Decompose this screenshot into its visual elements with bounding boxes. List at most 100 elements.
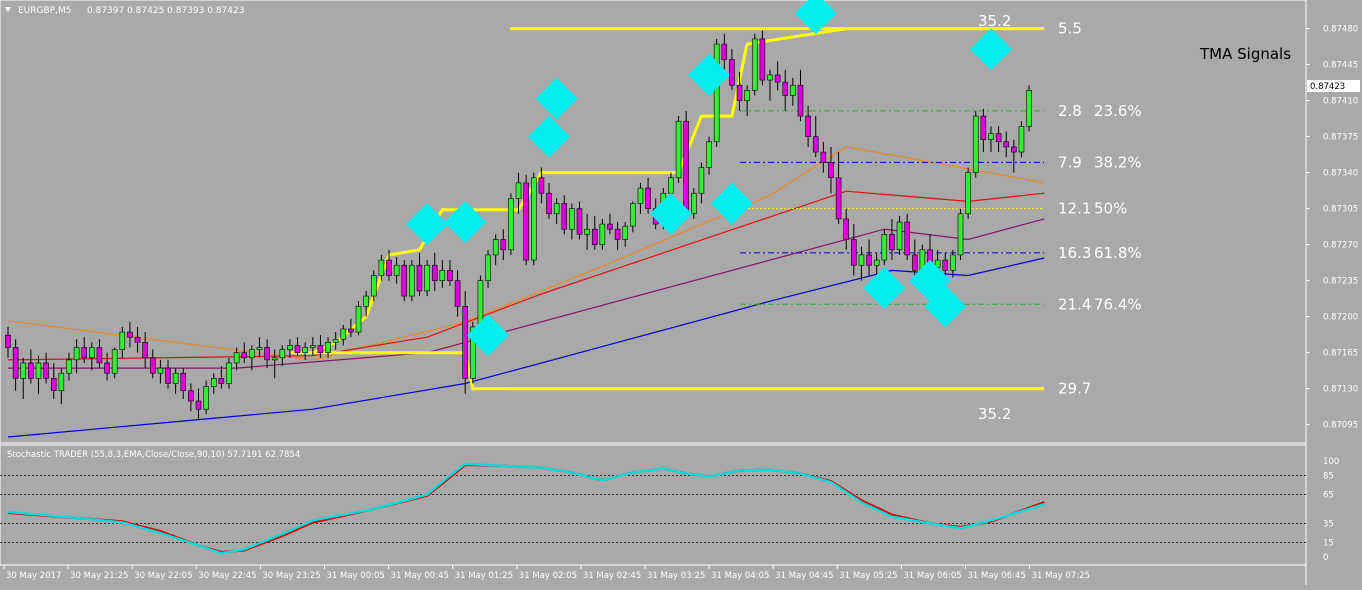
candle (530, 172, 537, 266)
price-tick-label: 0.87340 (1323, 169, 1358, 179)
candle-body (957, 213, 964, 256)
candle-body (843, 218, 850, 240)
candle-body (614, 228, 621, 240)
candle-body (447, 270, 453, 281)
fib-percent-label: 61.8% (1094, 244, 1142, 262)
candle-body (690, 192, 697, 215)
candle-body (249, 349, 255, 359)
candle-body (378, 259, 385, 276)
candle-body (35, 362, 42, 379)
candle-body (767, 74, 773, 81)
indicator-panel[interactable] (0, 444, 1307, 566)
candle-body (508, 198, 514, 251)
candle-body (1026, 90, 1032, 127)
candle-body (142, 342, 148, 359)
time-tick-label: 31 May 00:45 (391, 571, 449, 581)
candle (355, 301, 362, 336)
candle-body (264, 347, 270, 361)
candle (965, 167, 971, 219)
price-tick-label: 0.87130 (1323, 385, 1358, 395)
candle-body (317, 345, 324, 353)
chart-canvas: 5.5 2.8 23.6% 7.9 38.2% 12.1 50% 16.3 61.8% 21.4 7… (0, 0, 1362, 585)
candle-body (393, 264, 400, 276)
price-tick-label: 0.87095 (1323, 421, 1358, 431)
candle (957, 208, 964, 261)
candle-body (911, 254, 918, 271)
candle-body (873, 259, 880, 266)
candle-body (73, 347, 80, 361)
candle-body (424, 264, 430, 292)
candle-body (942, 259, 949, 271)
current-price-tag: 0.87423 (1307, 80, 1360, 92)
candle-body (736, 84, 743, 101)
svg-text:0.87423: 0.87423 (1310, 82, 1345, 92)
price-tick-label: 0.87445 (1323, 61, 1358, 71)
candle-body (896, 221, 903, 251)
candle-body (127, 331, 133, 338)
candle-body (607, 223, 613, 230)
candle-body (348, 328, 354, 333)
candle-body (812, 136, 819, 153)
candle-body (439, 270, 446, 281)
candle-body (12, 347, 19, 379)
candle-body (797, 84, 804, 117)
candle-body (271, 357, 278, 361)
candle-body (683, 120, 689, 215)
fib-value-label: 7.9 (1058, 153, 1082, 171)
time-tick-label: 31 May 04:05 (711, 571, 769, 581)
candle-body (226, 362, 232, 384)
candle-body (515, 182, 522, 199)
candle-body (713, 43, 720, 143)
price-tick-label: 0.87235 (1323, 277, 1358, 287)
candle-body (81, 347, 87, 359)
candle-body (477, 280, 484, 328)
time-tick-label: 31 May 01:25 (455, 571, 513, 581)
candle (683, 110, 689, 219)
candle-body (485, 254, 491, 281)
price-tick-label: 0.87305 (1323, 205, 1358, 215)
fib-percent-label: 38.2% (1094, 153, 1142, 171)
time-tick-label: 30 May 22:05 (134, 571, 192, 581)
candle-body (218, 378, 225, 384)
candle-body (988, 133, 994, 141)
time-tick-label: 31 May 04:45 (775, 571, 833, 581)
candle (409, 260, 415, 302)
candle-body (287, 345, 293, 350)
candle-body (706, 141, 712, 168)
candle-body (1018, 126, 1025, 153)
candle-body (180, 372, 187, 392)
candle-body (820, 151, 827, 163)
stochastic-header: Stochastic TRADER (55,8,3,EMA,Close/Clos… (7, 450, 300, 460)
candle-body (1003, 141, 1010, 148)
candle-body (790, 84, 796, 96)
candle-body (759, 38, 766, 81)
range-label-bottom: 35.2 (978, 405, 1011, 423)
candle-body (43, 362, 49, 379)
fib-value-label: 12.1 (1058, 200, 1091, 218)
candle-body (561, 203, 568, 230)
candle-body (523, 182, 529, 261)
candle-body (637, 187, 644, 204)
candle-body (149, 357, 156, 374)
candle-body (828, 162, 834, 179)
candle-body (538, 177, 545, 194)
time-tick-label: 31 May 05:25 (839, 571, 897, 581)
candle-body (881, 234, 888, 261)
time-tick-label: 31 May 06:05 (903, 571, 961, 581)
candle-body (782, 81, 789, 96)
candle-body (965, 172, 971, 215)
price-tick-label: 0.87375 (1323, 133, 1358, 143)
candle (881, 229, 888, 266)
candle-body (96, 347, 103, 364)
candle-body (20, 362, 27, 379)
candle-body (203, 386, 209, 410)
candle-body (355, 306, 362, 333)
stoch-tick-label: 85 (1323, 471, 1334, 481)
candle-body (58, 372, 65, 392)
candle-body (431, 264, 438, 281)
candle-body (454, 280, 461, 307)
time-tick-label: 31 May 02:45 (583, 571, 641, 581)
candle-body (188, 390, 194, 402)
candle-body (492, 239, 499, 256)
fib-percent-label: 50% (1094, 200, 1127, 218)
